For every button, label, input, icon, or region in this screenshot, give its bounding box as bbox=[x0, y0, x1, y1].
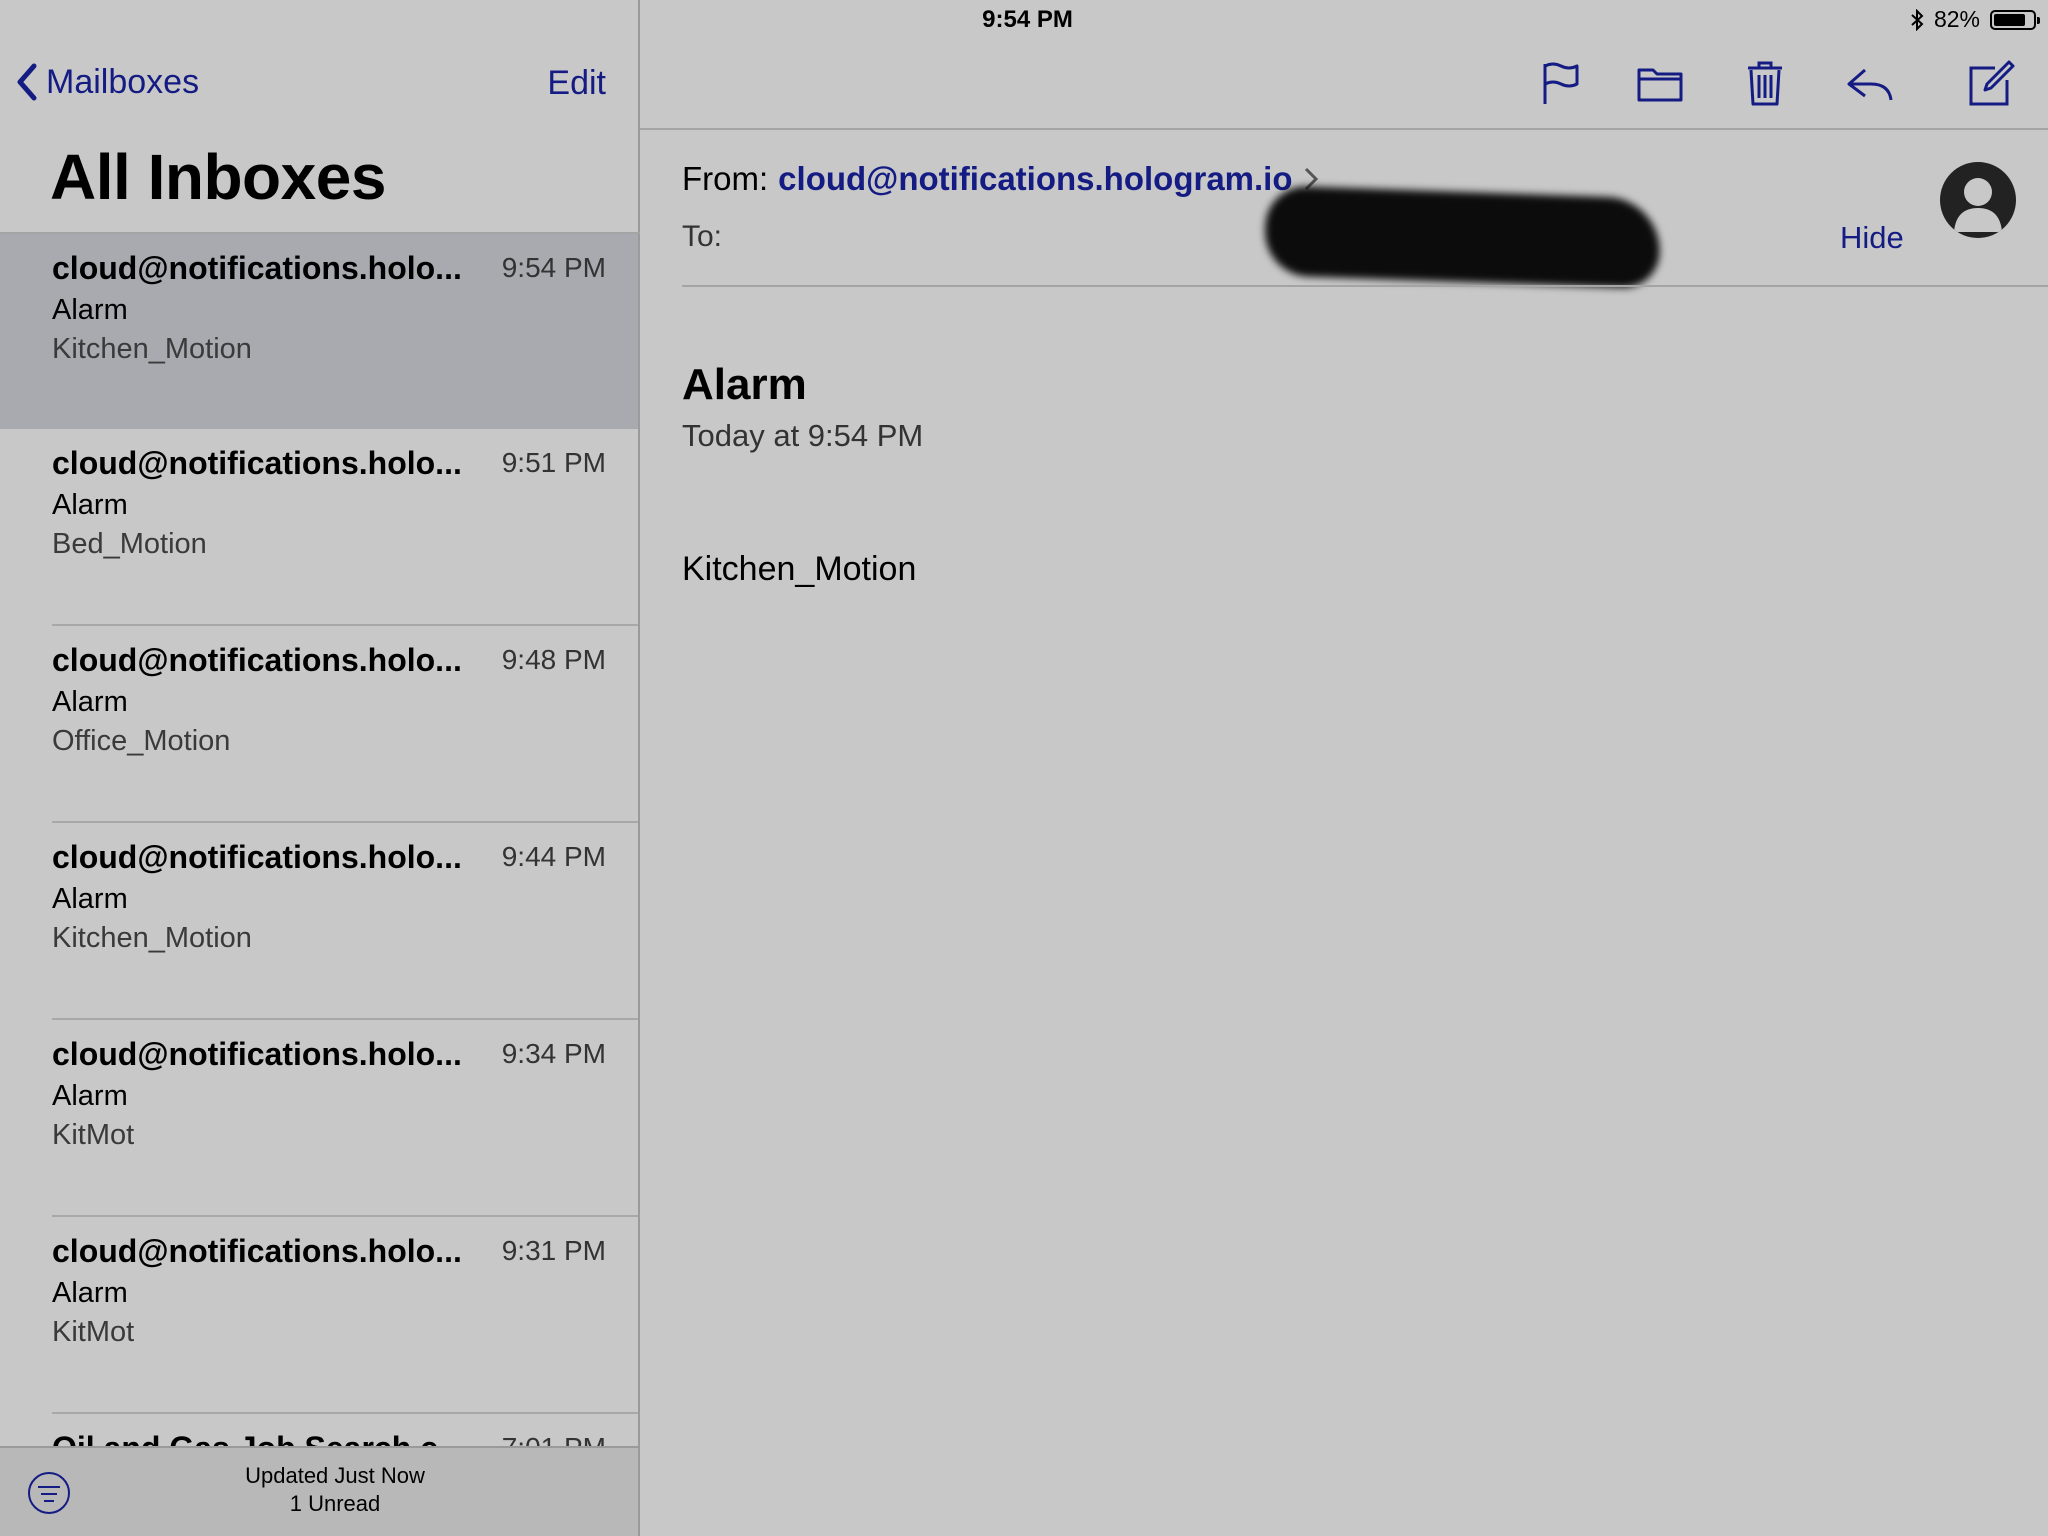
message-time: 9:51 PM bbox=[501, 447, 606, 478]
message-preview: Bed_Motion bbox=[52, 528, 207, 560]
message-subject: Alarm bbox=[52, 883, 128, 915]
message-body: Kitchen_Motion bbox=[682, 550, 917, 588]
folder-icon[interactable] bbox=[1635, 58, 1685, 108]
to-label: To: bbox=[682, 220, 723, 253]
page-title: All Inboxes bbox=[50, 141, 386, 213]
message-detail-pane: From: cloud@notifications.hologram.io To… bbox=[640, 0, 2048, 1536]
mailboxes-back-button[interactable]: Mailboxes bbox=[14, 62, 199, 102]
message-time: 7:01 PM bbox=[502, 1432, 606, 1447]
message-sender: cloud@notifications.holo... bbox=[52, 1233, 462, 1269]
avatar[interactable] bbox=[1940, 162, 2016, 238]
message-list-pane: Mailboxes Edit All Inboxes cloud@notific… bbox=[0, 0, 640, 1536]
message-subject: Alarm bbox=[52, 1080, 128, 1112]
message-preview: Kitchen_Motion bbox=[52, 333, 252, 365]
message-preview: KitMot bbox=[52, 1316, 135, 1348]
mailbox-status: Updated Just Now 1 Unread bbox=[0, 1462, 670, 1518]
back-label: Mailboxes bbox=[46, 62, 200, 101]
message-list[interactable]: cloud@notifications.holo... 9:54 PM Alar… bbox=[0, 234, 638, 1447]
compose-icon[interactable] bbox=[1965, 58, 2015, 108]
message-sender: cloud@notifications.holo... bbox=[52, 445, 462, 481]
list-item[interactable]: cloud@notifications.holo... 9:54 PM Alar… bbox=[0, 234, 638, 429]
message-sender: cloud@notifications.holo... bbox=[52, 839, 462, 875]
message-date: Today at 9:54 PM bbox=[682, 418, 924, 453]
person-icon bbox=[1954, 178, 2002, 232]
updated-status: Updated Just Now bbox=[245, 1463, 425, 1488]
to-row[interactable]: To: bbox=[682, 220, 722, 254]
chevron-left-icon bbox=[17, 63, 37, 101]
list-item[interactable]: Oil and Gas Job Search.c... 7:01 PM bbox=[52, 1414, 638, 1447]
message-sender: cloud@notifications.holo... bbox=[52, 1036, 462, 1072]
message-subject: Alarm bbox=[52, 1277, 128, 1309]
message-time: 9:54 PM bbox=[501, 252, 606, 283]
from-row: From: cloud@notifications.hologram.io bbox=[682, 160, 1319, 198]
trash-icon[interactable] bbox=[1740, 58, 1790, 108]
message-sender: cloud@notifications.holo... bbox=[52, 642, 462, 678]
list-item[interactable]: cloud@notifications.holo... 9:34 PM Alar… bbox=[52, 1020, 638, 1217]
message-sender: Oil and Gas Job Search.c... bbox=[52, 1430, 482, 1447]
message-sender: cloud@notifications.holo... bbox=[52, 250, 462, 286]
message-preview: Office_Motion bbox=[52, 725, 231, 757]
divider bbox=[682, 285, 2048, 287]
message-time: 9:44 PM bbox=[501, 841, 606, 872]
redaction-scribble bbox=[1263, 185, 1662, 289]
message-time: 9:34 PM bbox=[501, 1038, 606, 1069]
message-preview: Kitchen_Motion bbox=[52, 922, 252, 954]
message-subject: Alarm bbox=[52, 294, 128, 326]
message-time: 9:48 PM bbox=[501, 644, 606, 675]
bottom-toolbar: Updated Just Now 1 Unread bbox=[0, 1446, 638, 1536]
list-item[interactable]: cloud@notifications.holo... 9:48 PM Alar… bbox=[52, 626, 638, 823]
list-item[interactable]: cloud@notifications.holo... 9:31 PM Alar… bbox=[52, 1217, 638, 1414]
edit-button[interactable]: Edit bbox=[547, 64, 606, 103]
message-toolbar bbox=[640, 40, 2048, 130]
message-preview: KitMot bbox=[52, 1119, 135, 1151]
from-label: From: bbox=[682, 160, 769, 197]
unread-count: 1 Unread bbox=[289, 1491, 381, 1516]
list-item[interactable]: cloud@notifications.holo... 9:44 PM Alar… bbox=[52, 823, 638, 1020]
flag-icon[interactable] bbox=[1535, 58, 1585, 108]
from-address[interactable]: cloud@notifications.hologram.io bbox=[778, 160, 1292, 198]
message-subject: Alarm bbox=[52, 686, 128, 718]
message-subject: Alarm bbox=[52, 489, 128, 521]
reply-icon[interactable] bbox=[1845, 58, 1895, 108]
message-subject-heading: Alarm bbox=[682, 360, 807, 409]
hide-button[interactable]: Hide bbox=[1840, 220, 1904, 256]
message-time: 9:31 PM bbox=[501, 1235, 606, 1266]
list-item[interactable]: cloud@notifications.holo... 9:51 PM Alar… bbox=[52, 429, 638, 626]
